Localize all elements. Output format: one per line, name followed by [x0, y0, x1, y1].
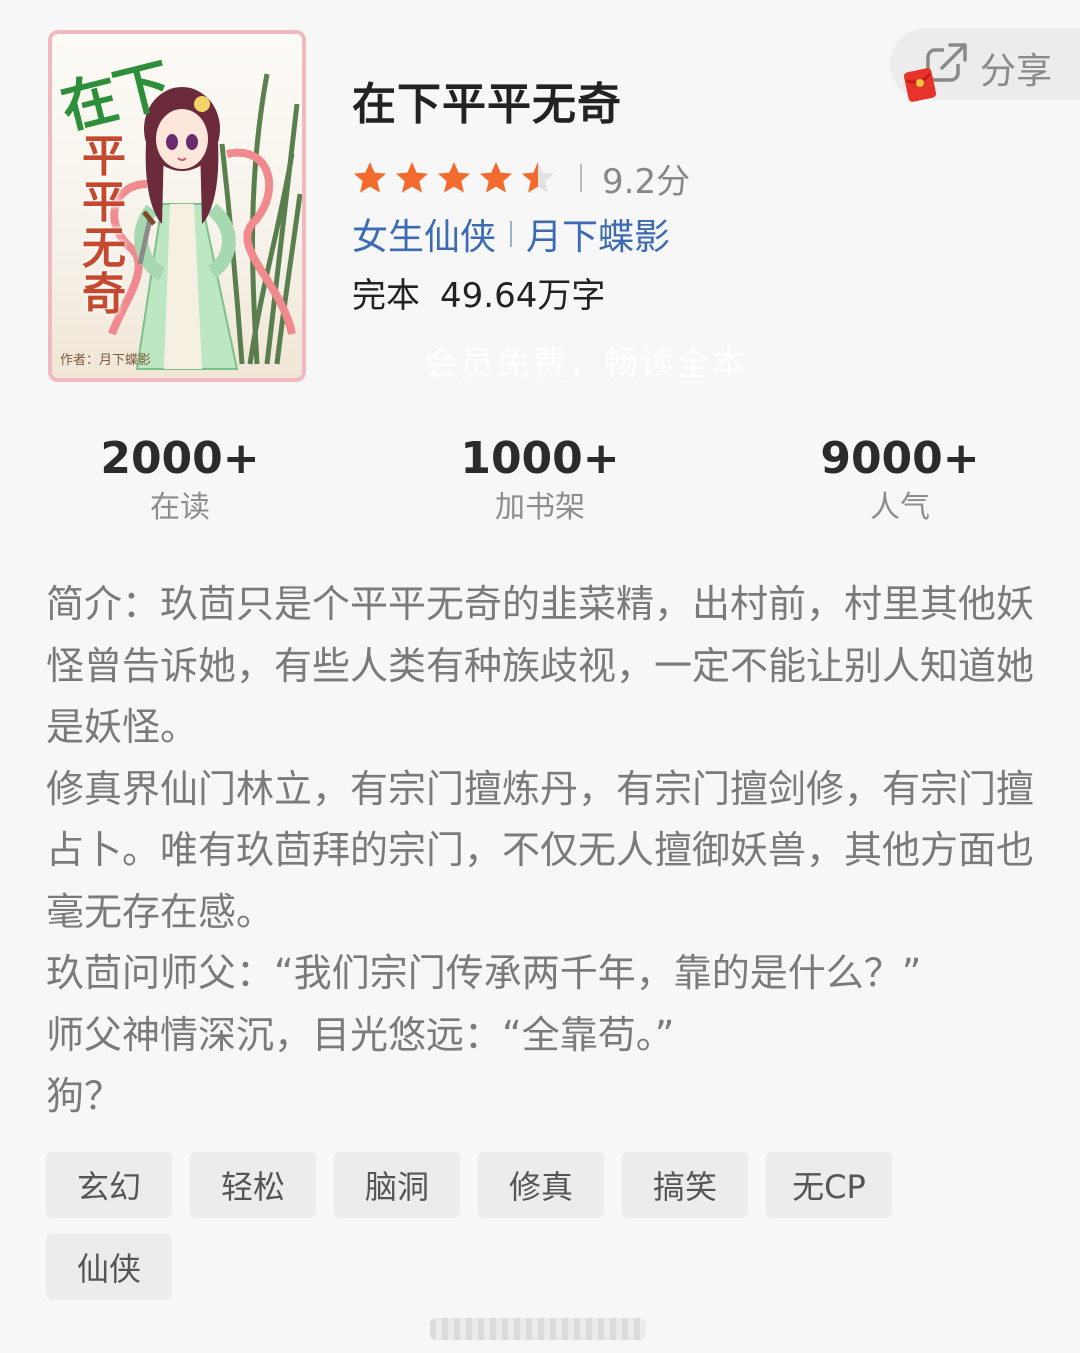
- stat-label: 加书架: [495, 490, 585, 525]
- tag-chip[interactable]: 脑洞: [334, 1152, 460, 1218]
- star-icon: [354, 162, 386, 193]
- rating-score: 9.2分: [602, 161, 691, 202]
- completion-status: 完本: [352, 276, 420, 316]
- star-icon: [480, 162, 512, 193]
- tag-chip[interactable]: 搞笑: [622, 1152, 748, 1218]
- home-indicator[interactable]: [430, 1318, 646, 1340]
- book-synopsis[interactable]: 简介：玖茴只是个平平无奇的韭菜精，出村前，村里其他妖怪曾告诉她，有些人类有种族歧…: [46, 574, 1040, 1128]
- author-link[interactable]: 月下蝶影: [526, 208, 670, 260]
- category-author-row: 女生仙侠 月下蝶影: [352, 208, 670, 260]
- word-count: 49.64万字: [440, 276, 606, 316]
- tag-chip[interactable]: 无CP: [766, 1152, 892, 1218]
- star-icon: [522, 162, 554, 193]
- tag-chip[interactable]: 仙侠: [46, 1234, 172, 1300]
- promo-watermark: 会员免费，畅读全本: [424, 344, 748, 384]
- star-icon: [396, 162, 428, 193]
- stat-value: 1000+: [460, 433, 620, 484]
- tag-chip[interactable]: 轻松: [190, 1152, 316, 1218]
- cover-author: 作者：月下蝶影: [60, 353, 152, 368]
- cover-title-char: 奇: [82, 269, 126, 320]
- synopsis-paragraph: 玖茴问师父：“我们宗门传承两千年，靠的是什么？”: [46, 951, 922, 995]
- book-title: 在下平平无奇: [352, 79, 622, 130]
- synopsis-paragraph: 简介：玖茴只是个平平无奇的韭菜精，出村前，村里其他妖怪曾告诉她，有些人类有种族歧…: [46, 582, 1035, 749]
- rating-divider: [580, 164, 582, 192]
- category-link[interactable]: 女生仙侠: [352, 208, 496, 260]
- stat-value: 9000+: [820, 433, 980, 484]
- red-packet-icon: [904, 68, 936, 102]
- tag-chip[interactable]: 修真: [478, 1152, 604, 1218]
- status-row: 完本 49.64万字: [352, 268, 605, 317]
- book-cover[interactable]: 在下 平 平 无 奇 作者：月下蝶影: [48, 30, 306, 382]
- synopsis-paragraph: 狗？: [46, 1074, 123, 1118]
- star-icon: [438, 162, 470, 193]
- cover-title-column: 平 平 无 奇: [76, 134, 132, 318]
- rating-row: 9.2分: [352, 156, 691, 202]
- share-label: 分享: [980, 51, 1053, 92]
- star-rating: [352, 160, 556, 196]
- stats-row: 2000+ 在读 1000+ 加书架 9000+ 人气: [0, 432, 1080, 532]
- stat-reading: 2000+ 在读: [50, 432, 310, 530]
- tag-chip[interactable]: 玄幻: [46, 1152, 172, 1218]
- cover-title-char: 平: [82, 177, 126, 228]
- share-button[interactable]: 分享: [890, 28, 1080, 102]
- stat-popularity: 9000+ 人气: [770, 432, 1030, 530]
- stat-label: 人气: [870, 490, 930, 525]
- synopsis-paragraph: 修真界仙门林立，有宗门擅炼丹，有宗门擅剑修，有宗门擅占卜。唯有玖茴拜的宗门，不仅…: [46, 766, 1035, 934]
- stat-bookshelf: 1000+ 加书架: [410, 432, 670, 530]
- cover-title-char: 无: [82, 223, 126, 274]
- meta-divider: [510, 221, 513, 247]
- stat-label: 在读: [150, 490, 210, 525]
- stat-value: 2000+: [100, 433, 260, 484]
- synopsis-paragraph: 师父神情深沉，目光悠远：“全靠苟。”: [46, 1012, 675, 1057]
- cover-title-char: 平: [82, 131, 126, 182]
